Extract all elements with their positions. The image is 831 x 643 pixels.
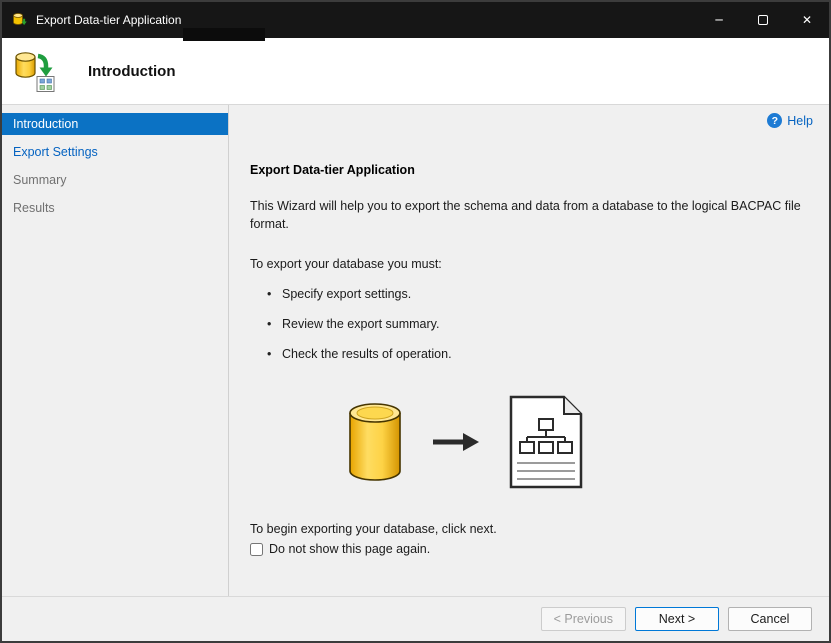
intro-paragraph: This Wizard will help you to export the … xyxy=(250,199,801,232)
hide-page-checkbox-row[interactable]: Do not show this page again. xyxy=(250,542,809,556)
sidebar-item-introduction[interactable]: Introduction xyxy=(2,113,228,135)
previous-button[interactable]: < Previous xyxy=(540,607,626,631)
help-icon: ? xyxy=(767,113,783,128)
maximize-icon xyxy=(758,15,768,25)
database-cylinder-icon xyxy=(347,401,403,486)
wizard-body: Introduction Export Settings Summary Res… xyxy=(2,105,829,596)
wizard-steps-sidebar: Introduction Export Settings Summary Res… xyxy=(2,105,229,596)
hide-page-checkbox-label: Do not show this page again. xyxy=(269,542,431,557)
help-link[interactable]: ? Help xyxy=(767,113,813,128)
app-database-export-icon xyxy=(12,12,28,28)
minimize-icon: ─ xyxy=(715,13,723,27)
list-item: Specify export settings. xyxy=(267,287,809,301)
sidebar-item-summary[interactable]: Summary xyxy=(2,169,228,191)
next-button[interactable]: Next > xyxy=(635,607,719,631)
list-item: Review the export summary. xyxy=(267,317,809,331)
requirements-list: Specify export settings. Review the expo… xyxy=(250,287,809,361)
export-illustration xyxy=(347,395,809,492)
close-icon: ✕ xyxy=(801,13,813,27)
content-heading: Export Data-tier Application xyxy=(250,163,415,177)
wizard-header: Introduction xyxy=(2,38,829,105)
decorative-dark-strip xyxy=(183,28,265,41)
sidebar-item-export-settings[interactable]: Export Settings xyxy=(2,141,228,163)
title-bar: Export Data-tier Application ─ ✕ xyxy=(2,2,829,38)
minimize-button[interactable]: ─ xyxy=(697,2,741,38)
page-title: Introduction xyxy=(88,62,176,80)
hide-page-checkbox[interactable] xyxy=(250,542,263,556)
maximize-button[interactable] xyxy=(741,2,785,38)
bacpac-file-icon xyxy=(509,395,583,492)
help-label: Help xyxy=(787,113,813,128)
export-wizard-window: Export Data-tier Application ─ ✕ Introdu… xyxy=(0,0,831,643)
wizard-footer: < Previous Next > Cancel xyxy=(2,596,829,641)
arrow-right-icon xyxy=(433,433,479,454)
close-button[interactable]: ✕ xyxy=(785,2,829,38)
wizard-content: ? Help Export Data-tier Application This… xyxy=(229,105,829,596)
begin-text: To begin exporting your database, click … xyxy=(250,522,497,537)
window-title: Export Data-tier Application xyxy=(36,13,182,27)
list-item: Check the results of operation. xyxy=(267,347,809,361)
requirements-label: To export your database you must: xyxy=(250,257,442,272)
cancel-button[interactable]: Cancel xyxy=(728,607,812,631)
sidebar-item-results[interactable]: Results xyxy=(2,197,228,219)
database-export-icon xyxy=(14,49,60,93)
